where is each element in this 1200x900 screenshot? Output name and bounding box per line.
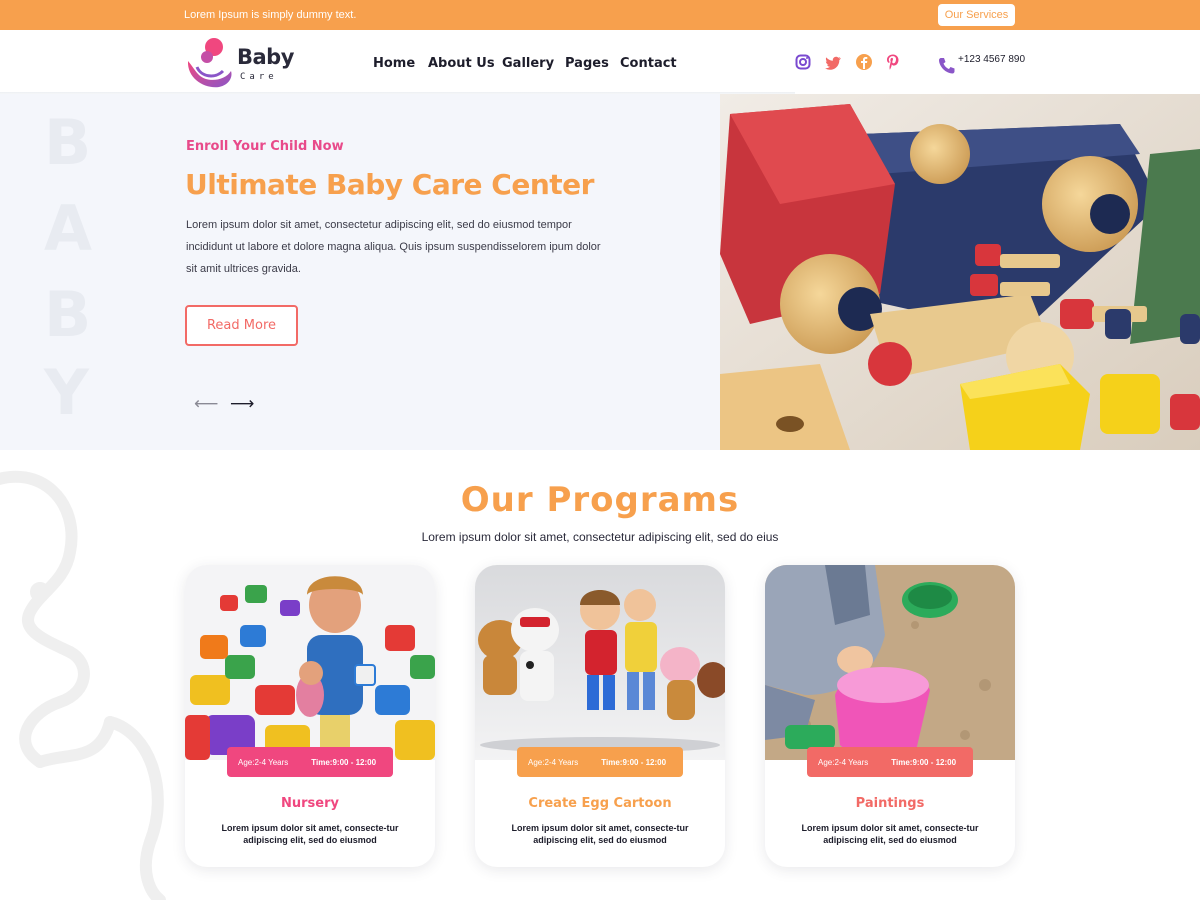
nav-contact[interactable]: Contact bbox=[620, 56, 677, 71]
page: Lorem Ipsum is simply dummy text. Our Se… bbox=[0, 0, 1200, 900]
nav-gallery[interactable]: Gallery bbox=[502, 56, 554, 71]
slider-next-arrow-icon[interactable]: ⟶ bbox=[230, 394, 254, 414]
program-image-paintings bbox=[765, 565, 1015, 760]
program-name[interactable]: Paintings bbox=[765, 796, 1015, 811]
read-more-button[interactable]: Read More bbox=[185, 305, 298, 346]
instagram-icon[interactable] bbox=[795, 54, 811, 74]
facebook-icon[interactable] bbox=[856, 54, 872, 74]
program-age: Age:2-4 Years bbox=[238, 757, 289, 767]
program-name[interactable]: Create Egg Cartoon bbox=[475, 796, 725, 811]
program-time: Time:9:00 - 12:00 bbox=[891, 757, 957, 767]
program-badge: Age:2-4 Years Time:9:00 - 12:00 bbox=[517, 747, 683, 777]
baby-care-logo-icon bbox=[187, 38, 232, 88]
hero-description: Lorem ipsum dolor sit amet, consectetur … bbox=[186, 219, 601, 275]
phone-contact: +123 4567 890 bbox=[938, 54, 1025, 76]
program-card-create-egg-cartoon[interactable]: Age:2-4 Years Time:9:00 - 12:00 Create E… bbox=[475, 565, 725, 867]
programs-subtitle: Lorem ipsum dolor sit amet, consectetur … bbox=[421, 530, 779, 544]
program-badge: Age:2-4 Years Time:9:00 - 12:00 bbox=[807, 747, 973, 777]
nav-pages[interactable]: Pages bbox=[565, 56, 609, 71]
programs-title: Our Programs bbox=[460, 480, 740, 520]
program-description: Lorem ipsum dolor sit amet, consecte-tur… bbox=[801, 823, 979, 845]
hero-ghost-letter: A bbox=[44, 192, 92, 265]
nav-home[interactable]: Home bbox=[373, 56, 415, 71]
logo-wordmark: Baby bbox=[237, 45, 294, 69]
phone-number[interactable]: +123 4567 890 bbox=[958, 54, 1025, 65]
program-card-nursery[interactable]: Age:2-4 Years Time:9:00 - 12:00 Nursery … bbox=[185, 565, 435, 867]
hero-title: Ultimate Baby Care Center bbox=[185, 168, 594, 201]
our-services-button[interactable]: Our Services bbox=[938, 4, 1015, 26]
program-image-nursery bbox=[185, 565, 435, 760]
nav-about-us[interactable]: About Us bbox=[428, 56, 495, 71]
twitter-icon[interactable] bbox=[825, 55, 842, 74]
hero-ghost-letter: Y bbox=[44, 356, 89, 429]
site-logo[interactable]: Baby Care bbox=[185, 37, 295, 91]
pinterest-icon[interactable] bbox=[886, 54, 900, 74]
top-bar-tagline: Lorem Ipsum is simply dummy text. bbox=[184, 9, 357, 21]
program-description: Lorem ipsum dolor sit amet, consecte-tur… bbox=[511, 823, 689, 845]
hero-ghost-letter: B bbox=[44, 278, 92, 351]
program-age: Age:2-4 Years bbox=[818, 757, 869, 767]
program-name[interactable]: Nursery bbox=[185, 796, 435, 811]
hero-image bbox=[720, 94, 1200, 450]
program-time: Time:9:00 - 12:00 bbox=[311, 757, 377, 767]
program-badge: Age:2-4 Years Time:9:00 - 12:00 bbox=[227, 747, 393, 777]
logo-subtext: Care bbox=[240, 72, 278, 82]
program-image-egg-cartoon bbox=[475, 565, 725, 760]
program-time: Time:9:00 - 12:00 bbox=[601, 757, 667, 767]
hero-ghost-letter: B bbox=[44, 106, 92, 179]
baby-outline-decoration bbox=[0, 470, 166, 900]
program-age: Age:2-4 Years bbox=[528, 757, 579, 767]
top-bar: Lorem Ipsum is simply dummy text. Our Se… bbox=[0, 0, 1200, 30]
slider-prev-arrow-icon[interactable]: ⟵ bbox=[194, 394, 218, 414]
hero-eyebrow: Enroll Your Child Now bbox=[186, 139, 344, 154]
program-description: Lorem ipsum dolor sit amet, consecte-tur… bbox=[221, 823, 399, 845]
program-card-paintings[interactable]: Age:2-4 Years Time:9:00 - 12:00 Painting… bbox=[765, 565, 1015, 867]
phone-icon bbox=[939, 58, 955, 74]
